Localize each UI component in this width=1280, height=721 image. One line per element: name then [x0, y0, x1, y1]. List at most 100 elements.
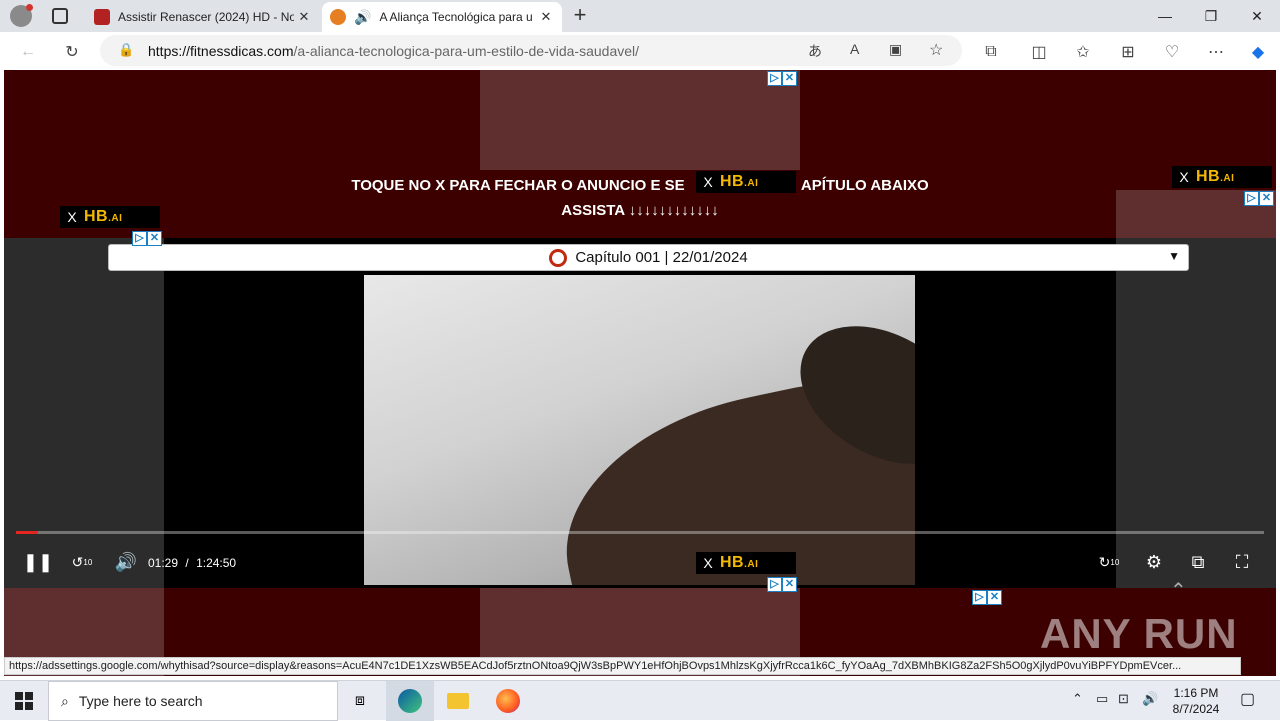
- windows-logo-icon: [15, 692, 33, 710]
- adchoices-icon[interactable]: ▷: [1244, 191, 1259, 206]
- chapter-select[interactable]: Capítulo 001 | 22/01/2024 ▼: [108, 244, 1189, 271]
- tab-actions-icon[interactable]: [52, 8, 68, 24]
- close-ad-button[interactable]: X: [60, 209, 84, 225]
- hb-ad-bar-left[interactable]: X HB.AI: [60, 206, 160, 228]
- ad-banner-top[interactable]: [480, 70, 800, 170]
- file-explorer-icon[interactable]: [434, 681, 482, 721]
- more-menu-icon[interactable]: ⋯: [1202, 38, 1230, 66]
- progress-bar[interactable]: [16, 531, 1264, 534]
- forward-10-icon[interactable]: ↻ 10: [1095, 549, 1123, 575]
- current-time: 01:29: [148, 556, 179, 570]
- search-icon: ⌕: [61, 692, 69, 709]
- edge-taskbar-icon[interactable]: [386, 681, 434, 721]
- hb-ad-bar-right[interactable]: X HB.AI: [1172, 166, 1272, 188]
- hb-ad-bar-center[interactable]: X HB.AI: [696, 171, 796, 193]
- tab-strip: Assistir Renascer (2024) HD - Nov ✕ 🔊 A …: [0, 0, 1280, 32]
- status-bar-url: https://adssettings.google.com/whythisad…: [4, 657, 1241, 675]
- video-player[interactable]: ❚❚ ↺ 10 🔊 01:29 / 1:24:50 ↻ 10 ⚙ ⧉ ⛶ X HB.…: [4, 238, 1276, 588]
- adchoices-icon[interactable]: ▷: [132, 231, 147, 246]
- close-tab-icon[interactable]: ✕: [536, 9, 556, 25]
- profile-icon[interactable]: [10, 4, 33, 27]
- new-tab-button[interactable]: +: [568, 2, 592, 28]
- close-ad-button[interactable]: X: [1172, 169, 1196, 185]
- tab-favicon-icon: [330, 9, 346, 25]
- headline-line2: ASSISTA ↓↓↓↓↓↓↓↓↓↓↓↓: [561, 202, 719, 219]
- back-icon[interactable]: ←: [14, 38, 42, 66]
- adchoices-icon[interactable]: ▷: [767, 71, 782, 86]
- close-ad-icon[interactable]: ✕: [782, 577, 797, 592]
- settings-gear-icon[interactable]: ⚙: [1140, 549, 1168, 575]
- chapter-ring-icon: [549, 248, 568, 267]
- picture-in-picture-icon[interactable]: ⧉: [1184, 549, 1212, 575]
- adchoices-left[interactable]: ▷ ✕: [132, 231, 162, 246]
- close-ad-button[interactable]: X: [696, 174, 720, 190]
- speaker-icon[interactable]: 🔊: [354, 9, 371, 26]
- tab-favicon-icon: [94, 9, 110, 25]
- browser-toolbar: ← ↻ 🔒 https://fitnessdicas.com/a-alianca…: [0, 32, 1280, 70]
- volume-icon[interactable]: 🔊: [112, 549, 140, 575]
- progress-fill: [16, 531, 39, 534]
- close-ad-icon[interactable]: ✕: [147, 231, 162, 246]
- close-ad-icon[interactable]: ✕: [987, 590, 1002, 605]
- hb-logo: HB.AI: [84, 208, 123, 225]
- tab-renascer[interactable]: Assistir Renascer (2024) HD - Nov ✕: [86, 2, 320, 32]
- copilot-icon[interactable]: ◆: [1244, 38, 1272, 66]
- close-tab-icon[interactable]: ✕: [294, 9, 314, 25]
- ad-panel-left[interactable]: [4, 238, 164, 588]
- adchoices-right[interactable]: ▷ ✕: [1244, 191, 1274, 206]
- browser-essentials-icon[interactable]: ♡: [1158, 38, 1186, 66]
- taskbar-search-box[interactable]: ⌕ Type here to search: [48, 681, 338, 721]
- adchoices-bottom-right[interactable]: ▷ ✕: [972, 590, 1002, 605]
- windows-taskbar: ⌕ Type here to search ⧈ ⌃ ▭ ⊡ 🔊 1:16 PM …: [0, 680, 1280, 721]
- extensions-icon[interactable]: ⧉: [977, 38, 1005, 66]
- battery-icon[interactable]: ▭: [1096, 691, 1108, 707]
- favorites-icon[interactable]: ✩: [1069, 38, 1097, 66]
- hb-logo: HB.AI: [720, 554, 759, 571]
- close-window-button[interactable]: ✕: [1234, 0, 1280, 32]
- anyrun-watermark: ANY RUN: [1040, 610, 1238, 657]
- chevron-up-icon[interactable]: ⌃: [1170, 578, 1187, 603]
- favorite-star-icon[interactable]: ☆: [929, 40, 943, 60]
- close-ad-button[interactable]: X: [696, 555, 720, 571]
- hb-logo: HB.AI: [720, 173, 759, 190]
- close-ad-icon[interactable]: ✕: [1259, 191, 1274, 206]
- network-icon[interactable]: ⊡: [1118, 691, 1129, 707]
- translate-icon[interactable]: あ: [808, 41, 822, 61]
- read-aloud-icon[interactable]: A: [850, 41, 859, 57]
- firefox-icon[interactable]: [484, 681, 532, 721]
- hb-logo: HB.AI: [1196, 168, 1235, 185]
- video-frame[interactable]: [364, 275, 915, 585]
- adchoices-icon[interactable]: ▷: [767, 577, 782, 592]
- pause-icon[interactable]: ❚❚: [23, 549, 53, 575]
- fullscreen-icon[interactable]: ⛶: [1228, 549, 1256, 575]
- volume-tray-icon[interactable]: 🔊: [1142, 691, 1158, 707]
- minimize-button[interactable]: —: [1142, 0, 1188, 32]
- tab-alianca[interactable]: 🔊 A Aliança Tecnológica para u ✕: [322, 2, 562, 32]
- replay-10-icon[interactable]: ↺ 10: [68, 549, 96, 575]
- lock-icon[interactable]: 🔒: [118, 42, 134, 58]
- time-display: 01:29 / 1:24:50: [148, 556, 237, 570]
- show-hidden-icons-icon[interactable]: ⌃: [1072, 691, 1083, 707]
- headline-line1: TOQUE NO X PARA FECHAR O ANUNCIO E SE AP…: [351, 177, 929, 194]
- address-bar[interactable]: 🔒 https://fitnessdicas.com/a-alianca-tec…: [100, 35, 962, 66]
- split-screen-icon[interactable]: ◫: [1025, 38, 1053, 66]
- ad-panel-right-overlay[interactable]: [1116, 238, 1276, 588]
- collections-icon[interactable]: ⊞: [1114, 38, 1142, 66]
- adchoices-top[interactable]: ▷ ✕: [767, 71, 797, 86]
- duration: 1:24:50: [196, 556, 237, 570]
- notification-icon[interactable]: ▢: [1240, 689, 1255, 709]
- chevron-down-icon[interactable]: ▼: [1168, 249, 1180, 263]
- adchoices-icon[interactable]: ▷: [972, 590, 987, 605]
- adchoices-bottom[interactable]: ▷ ✕: [767, 577, 797, 592]
- task-view-icon[interactable]: ⧈: [336, 681, 384, 721]
- url-text: https://fitnessdicas.com/a-alianca-tecno…: [148, 43, 640, 59]
- tab-title: A Aliança Tecnológica para u: [379, 10, 533, 24]
- taskbar-clock[interactable]: 1:16 PM 8/7/2024: [1166, 685, 1226, 717]
- refresh-icon[interactable]: ↻: [58, 38, 86, 66]
- restore-button[interactable]: ❐: [1188, 0, 1234, 32]
- hb-ad-bar-bottom[interactable]: X HB.AI: [696, 552, 796, 574]
- web-page: ▷ ✕ TOQUE NO X PARA FECHAR O ANUNCIO E S…: [4, 70, 1276, 676]
- windows-start-button[interactable]: [0, 681, 48, 721]
- immersive-reader-icon[interactable]: ▣: [889, 41, 902, 58]
- close-ad-icon[interactable]: ✕: [782, 71, 797, 86]
